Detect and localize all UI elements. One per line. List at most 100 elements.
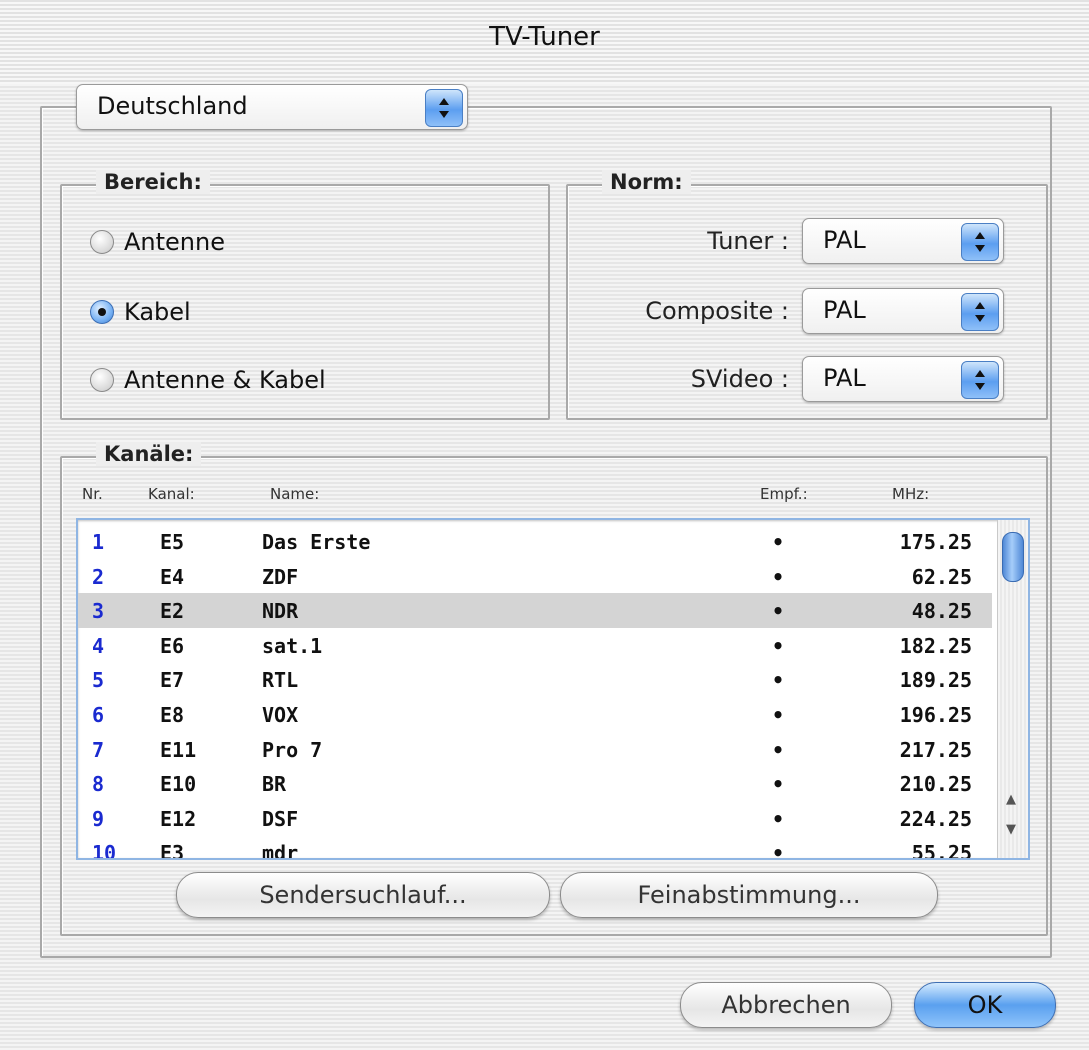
channel-name: NDR <box>262 599 299 624</box>
channel-mhz: 210.25 <box>899 772 972 797</box>
channel-list[interactable]: 1 E5 Das Erste • 175.25 2 E4 ZDF • 62.25… <box>76 518 1030 860</box>
column-header-nr: Nr. <box>82 485 103 503</box>
table-row[interactable]: 8 E10 BR • 210.25 <box>78 766 992 801</box>
tv-tuner-dialog: TV-Tuner Deutschland Bereich: Antenne Ka… <box>0 0 1089 1050</box>
norm-composite-label: Composite : <box>645 297 789 325</box>
channel-mhz: 182.25 <box>899 633 972 658</box>
column-header-mhz: MHz: <box>892 485 930 503</box>
radio-kabel-label: Kabel <box>124 298 191 326</box>
scrollbar-thumb[interactable] <box>1002 532 1024 582</box>
channel-mhz: 62.25 <box>911 564 972 589</box>
radio-antenne-kabel-label: Antenne & Kabel <box>124 366 326 394</box>
channel-mhz: 224.25 <box>899 806 972 831</box>
norm-svideo-value: PAL <box>823 364 866 392</box>
table-row[interactable]: 1 E5 Das Erste • 175.25 <box>78 524 992 559</box>
channel-empf: • <box>772 633 785 658</box>
channel-name: RTL <box>262 668 299 693</box>
radio-antenne-label: Antenne <box>124 228 225 256</box>
table-row[interactable]: 5 E7 RTL • 189.25 <box>78 662 992 697</box>
channel-empf: • <box>772 806 785 831</box>
norm-composite-value: PAL <box>823 296 866 324</box>
scroll-down-arrow-icon[interactable]: ▼ <box>1006 822 1016 837</box>
channel-kanal: E6 <box>160 633 185 658</box>
channel-name: BR <box>262 772 287 797</box>
kanaele-label: Kanäle: <box>96 442 202 466</box>
channel-name: VOX <box>262 702 299 727</box>
abbrechen-button[interactable]: Abbrechen <box>680 982 892 1028</box>
channel-kanal: E5 <box>160 530 185 554</box>
table-row[interactable]: 6 E8 VOX • 196.25 <box>78 697 992 732</box>
channel-empf: • <box>772 564 785 589</box>
popup-arrows-icon <box>425 89 463 127</box>
column-header-name: Name: <box>270 485 320 503</box>
channel-nr: 6 <box>92 702 105 727</box>
channel-kanal: E2 <box>160 599 185 624</box>
table-row-selected[interactable]: 3 E2 NDR • 48.25 <box>78 593 992 628</box>
column-header-kanal: Kanal: <box>148 485 195 503</box>
country-popup[interactable]: Deutschland <box>76 84 468 130</box>
window-title: TV-Tuner <box>489 22 600 52</box>
popup-arrows-icon <box>961 293 999 331</box>
radio-kabel-button[interactable] <box>90 300 114 324</box>
vertical-scrollbar[interactable]: ▲ ▼ <box>997 520 1028 858</box>
channel-mhz: 55.25 <box>911 841 972 860</box>
channel-mhz: 175.25 <box>899 530 972 554</box>
channel-mhz: 48.25 <box>911 599 972 624</box>
channel-name: mdr <box>262 841 299 860</box>
table-row[interactable]: 2 E4 ZDF • 62.25 <box>78 559 992 594</box>
table-row[interactable]: 7 E11 Pro 7 • 217.25 <box>78 732 992 767</box>
norm-svideo-popup[interactable]: PAL <box>802 356 1004 402</box>
radio-antenne-button[interactable] <box>90 230 114 254</box>
radio-antenne[interactable]: Antenne <box>90 228 225 256</box>
channel-nr: 4 <box>92 633 105 658</box>
channel-nr: 1 <box>92 530 105 554</box>
radio-antenne-kabel[interactable]: Antenne & Kabel <box>90 366 326 394</box>
channel-nr: 3 <box>92 599 105 624</box>
norm-tuner-popup[interactable]: PAL <box>802 218 1004 264</box>
country-popup-value: Deutschland <box>97 92 248 120</box>
channel-nr: 2 <box>92 564 105 589</box>
channel-kanal: E10 <box>160 772 197 797</box>
channel-name: Pro 7 <box>262 737 323 762</box>
channel-nr: 10 <box>92 841 117 860</box>
channel-empf: • <box>772 530 785 554</box>
scroll-up-arrow-icon[interactable]: ▲ <box>1006 792 1016 807</box>
channel-mhz: 189.25 <box>899 668 972 693</box>
channel-nr: 5 <box>92 668 105 693</box>
sendersuchlauf-button[interactable]: Sendersuchlauf... <box>176 872 550 918</box>
channel-name: DSF <box>262 806 299 831</box>
feinabstimmung-button[interactable]: Feinabstimmung... <box>560 872 938 918</box>
channel-mhz: 196.25 <box>899 702 972 727</box>
radio-kabel[interactable]: Kabel <box>90 298 191 326</box>
channel-nr: 8 <box>92 772 105 797</box>
popup-arrows-icon <box>961 223 999 261</box>
channel-kanal: E3 <box>160 841 185 860</box>
channel-empf: • <box>772 841 785 860</box>
table-row[interactable]: 9 E12 DSF • 224.25 <box>78 801 992 836</box>
channel-empf: • <box>772 702 785 727</box>
channel-rows: 1 E5 Das Erste • 175.25 2 E4 ZDF • 62.25… <box>78 524 992 860</box>
channel-name: ZDF <box>262 564 299 589</box>
norm-label: Norm: <box>602 170 691 194</box>
norm-tuner-value: PAL <box>823 226 866 254</box>
norm-tuner-label: Tuner : <box>707 227 789 255</box>
channel-kanal: E12 <box>160 806 197 831</box>
norm-svideo-label: SVideo : <box>690 365 789 393</box>
table-row[interactable]: 10 E3 mdr • 55.25 <box>78 835 992 860</box>
bereich-label: Bereich: <box>96 170 210 194</box>
norm-composite-popup[interactable]: PAL <box>802 288 1004 334</box>
column-header-empf: Empf.: <box>760 485 808 503</box>
ok-button[interactable]: OK <box>914 982 1056 1028</box>
channel-empf: • <box>772 737 785 762</box>
channel-nr: 9 <box>92 806 105 831</box>
channel-kanal: E4 <box>160 564 185 589</box>
channel-empf: • <box>772 599 785 624</box>
channel-kanal: E7 <box>160 668 185 693</box>
title-bar[interactable]: TV-Tuner <box>0 0 1089 84</box>
table-row[interactable]: 4 E6 sat.1 • 182.25 <box>78 628 992 663</box>
channel-kanal: E11 <box>160 737 197 762</box>
channel-name: Das Erste <box>262 530 371 554</box>
radio-antenne-kabel-button[interactable] <box>90 368 114 392</box>
channel-kanal: E8 <box>160 702 185 727</box>
channel-mhz: 217.25 <box>899 737 972 762</box>
